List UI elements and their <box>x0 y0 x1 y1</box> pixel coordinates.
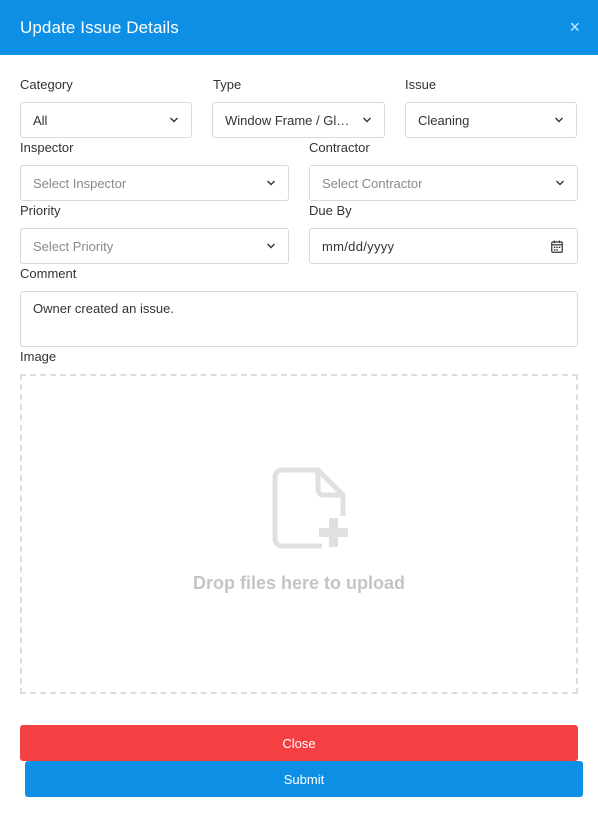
comment-textarea[interactable]: Owner created an issue. <box>20 291 578 347</box>
issue-label: Issue <box>405 77 437 92</box>
modal-title: Update Issue Details <box>20 17 179 37</box>
dropzone-text: Drop files here to upload <box>192 573 406 593</box>
image-label: Image <box>20 349 57 364</box>
priority-select[interactable]: Select Priority <box>20 228 289 264</box>
issue-value: Cleaning <box>418 112 470 128</box>
calendar-icon[interactable] <box>551 240 563 253</box>
file-add-icon <box>272 467 348 549</box>
type-select[interactable]: Window Frame / Glass <box>212 102 385 138</box>
modal-header: Update Issue Details × <box>0 0 598 55</box>
inspector-placeholder: Select Inspector <box>33 175 127 191</box>
priority-label: Priority <box>20 203 61 218</box>
chevron-down-icon <box>555 117 563 123</box>
issue-select[interactable]: Cleaning <box>405 102 577 138</box>
chevron-down-icon <box>556 180 564 186</box>
chevron-down-icon <box>363 117 371 123</box>
category-select[interactable]: All <box>20 102 192 138</box>
comment-label: Comment <box>20 266 77 281</box>
image-dropzone[interactable]: Drop files here to upload <box>20 374 578 694</box>
comment-text: Owner created an issue. <box>33 301 174 316</box>
close-button[interactable]: Close <box>20 725 578 761</box>
contractor-select[interactable]: Select Contractor <box>309 165 578 201</box>
contractor-label: Contractor <box>309 140 370 155</box>
due-by-label: Due By <box>309 203 352 218</box>
category-label: Category <box>20 77 73 92</box>
chevron-down-icon <box>267 180 275 186</box>
due-by-date-input[interactable]: mm/dd/yyyy <box>309 228 578 264</box>
close-icon[interactable]: × <box>569 17 580 37</box>
chevron-down-icon <box>267 243 275 249</box>
chevron-down-icon <box>170 117 178 123</box>
submit-button[interactable]: Submit <box>25 761 583 797</box>
inspector-select[interactable]: Select Inspector <box>20 165 289 201</box>
priority-placeholder: Select Priority <box>33 238 114 254</box>
type-label: Type <box>213 77 242 92</box>
contractor-placeholder: Select Contractor <box>322 175 423 191</box>
inspector-label: Inspector <box>20 140 74 155</box>
category-value: All <box>33 112 48 128</box>
due-by-placeholder: mm/dd/yyyy <box>322 238 395 254</box>
type-value: Window Frame / Glass <box>225 112 354 128</box>
